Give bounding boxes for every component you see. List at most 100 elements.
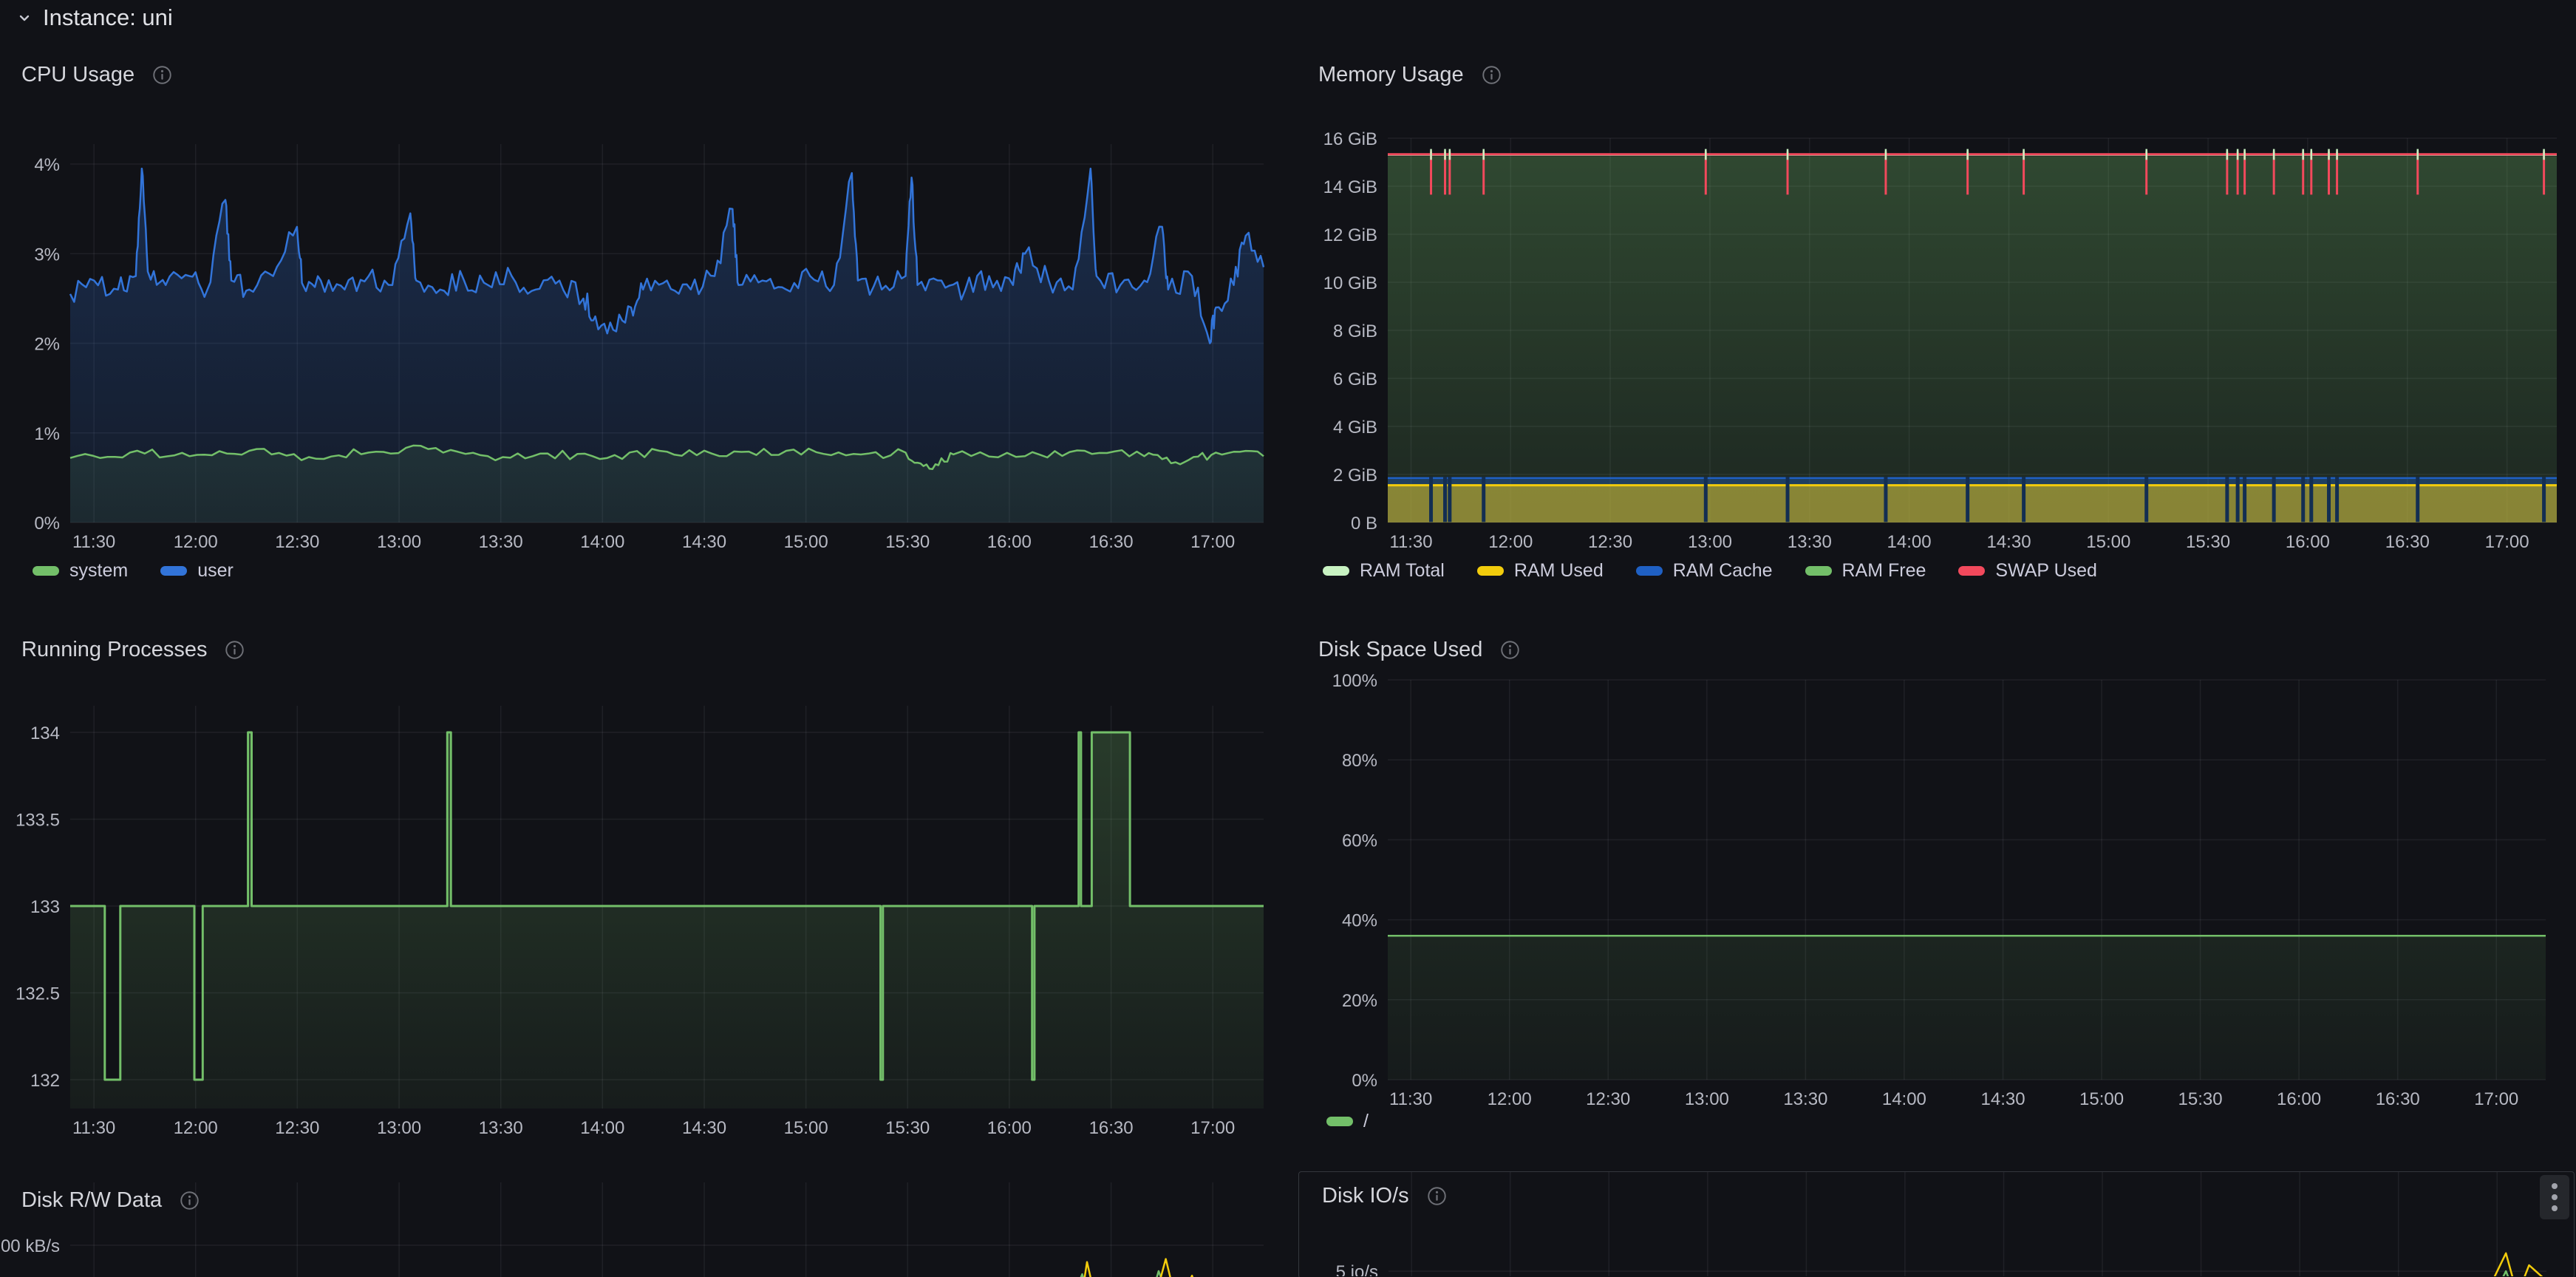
legend-item[interactable]: RAM Free (1805, 560, 1926, 582)
info-icon[interactable] (152, 65, 172, 85)
svg-text:8 GiB: 8 GiB (1333, 321, 1377, 341)
svg-text:12:30: 12:30 (1588, 532, 1632, 552)
memory-legend[interactable]: RAM Total RAM Used RAM Cache RAM Free SWAP U… (1323, 560, 2097, 582)
cpu-legend[interactable]: system user (33, 560, 234, 582)
panel-title-text: Memory Usage (1318, 63, 1464, 87)
svg-text:13:30: 13:30 (479, 532, 523, 552)
panel-memory-usage: Memory Usage 0 B2 GiB4 GiB6 GiB8 GiB10 G… (1297, 55, 2576, 606)
svg-text:12 GiB: 12 GiB (1323, 225, 1377, 245)
svg-text:14:00: 14:00 (1887, 532, 1932, 552)
svg-text:16:00: 16:00 (2286, 532, 2330, 552)
svg-text:12:00: 12:00 (174, 532, 218, 552)
svg-text:4%: 4% (34, 155, 60, 175)
svg-text:60%: 60% (1342, 831, 1377, 851)
svg-text:11:30: 11:30 (1389, 1089, 1432, 1109)
disk-space-legend[interactable]: / (1326, 1111, 1369, 1132)
legend-item[interactable]: SWAP Used (1958, 560, 2097, 582)
svg-text:14:30: 14:30 (1981, 1089, 2025, 1109)
svg-text:5 io/s: 5 io/s (1336, 1262, 1378, 1276)
legend-label: RAM Free (1842, 560, 1926, 582)
svg-text:17:00: 17:00 (2474, 1089, 2518, 1109)
svg-text:133.5: 133.5 (16, 810, 60, 830)
svg-text:1%: 1% (34, 424, 60, 444)
panel-menu-button[interactable] (2540, 1175, 2569, 1219)
disk-rw-chart[interactable]: 100 kB/s (0, 1182, 1286, 1277)
svg-text:13:00: 13:00 (1685, 1089, 1729, 1109)
panel-disk-rw-data: Disk R/W Data 100 kB/s (0, 1182, 1286, 1277)
svg-text:11:30: 11:30 (72, 1118, 115, 1138)
svg-text:16:00: 16:00 (2277, 1089, 2321, 1109)
svg-text:15:30: 15:30 (2186, 532, 2230, 552)
legend-item[interactable]: user (160, 560, 234, 582)
legend-swatch (1323, 566, 1349, 576)
svg-text:14:30: 14:30 (1986, 532, 2031, 552)
svg-text:16:00: 16:00 (987, 1118, 1032, 1138)
info-icon[interactable] (225, 640, 245, 660)
panel-cpu-title[interactable]: CPU Usage (0, 63, 172, 87)
svg-text:10 GiB: 10 GiB (1323, 273, 1377, 293)
panel-title-text: Disk Space Used (1318, 638, 1482, 662)
panel-title-text: Running Processes (21, 638, 207, 662)
svg-text:13:00: 13:00 (377, 1118, 421, 1138)
panel-running-processes: Running Processes 132 132.5 133 133.5 134 11:… (0, 632, 1286, 1160)
svg-text:0%: 0% (34, 514, 60, 534)
svg-text:133: 133 (30, 897, 60, 917)
legend-item[interactable]: / (1326, 1111, 1369, 1132)
svg-text:14:00: 14:00 (1882, 1089, 1926, 1109)
disk-space-used-chart[interactable]: 0%20%40%60%80%100%11:3012:0012:3013:0013… (1297, 665, 2576, 1138)
svg-text:16:30: 16:30 (2376, 1089, 2420, 1109)
legend-label: user (197, 560, 234, 582)
svg-text:16:30: 16:30 (2385, 532, 2430, 552)
svg-text:15:00: 15:00 (784, 532, 828, 552)
info-icon[interactable] (1482, 65, 1502, 85)
chevron-down-icon (16, 10, 33, 26)
legend-item[interactable]: RAM Used (1477, 560, 1604, 582)
svg-text:2%: 2% (34, 335, 60, 355)
svg-text:15:30: 15:30 (2178, 1089, 2223, 1109)
svg-text:0%: 0% (1352, 1071, 1377, 1091)
legend-label: / (1363, 1111, 1369, 1132)
svg-text:132: 132 (30, 1071, 60, 1091)
legend-swatch (1805, 566, 1832, 576)
svg-text:16 GiB: 16 GiB (1323, 129, 1377, 149)
svg-text:132.5: 132.5 (16, 984, 60, 1004)
legend-item[interactable]: RAM Cache (1636, 560, 1773, 582)
svg-text:13:00: 13:00 (377, 532, 421, 552)
svg-text:17:00: 17:00 (1190, 1118, 1235, 1138)
svg-text:15:30: 15:30 (885, 532, 930, 552)
row-toggle-instance[interactable]: Instance: uni (16, 4, 173, 31)
panel-processes-title[interactable]: Running Processes (0, 638, 245, 662)
svg-text:12:30: 12:30 (1586, 1089, 1630, 1109)
svg-text:15:30: 15:30 (885, 1118, 930, 1138)
svg-text:17:00: 17:00 (2485, 532, 2529, 552)
running-processes-chart[interactable]: 132132.5133133.513411:3012:0012:3013:001… (0, 691, 1286, 1153)
legend-label: RAM Cache (1673, 560, 1773, 582)
row-title: Instance: uni (43, 4, 173, 31)
svg-text:20%: 20% (1342, 991, 1377, 1011)
info-icon[interactable] (1500, 640, 1520, 660)
disk-io-chart[interactable]: 5 io/s (1299, 1172, 2574, 1276)
legend-swatch (33, 566, 59, 576)
svg-text:14:00: 14:00 (580, 1118, 624, 1138)
svg-text:13:30: 13:30 (479, 1118, 523, 1138)
svg-text:11:30: 11:30 (1389, 532, 1432, 552)
svg-text:13:30: 13:30 (1783, 1089, 1827, 1109)
memory-usage-chart[interactable]: 0 B2 GiB4 GiB6 GiB8 GiB10 GiB12 GiB14 Gi… (1297, 126, 2576, 588)
svg-text:17:00: 17:00 (1190, 532, 1235, 552)
legend-item[interactable]: system (33, 560, 128, 582)
legend-item[interactable]: RAM Total (1323, 560, 1445, 582)
cpu-usage-chart[interactable]: 0%1%2%3%4%11:3012:0012:3013:0013:3014:00… (0, 129, 1286, 588)
panel-memory-title[interactable]: Memory Usage (1297, 63, 1502, 87)
svg-text:15:00: 15:00 (2079, 1089, 2124, 1109)
panel-disk-io: Disk IO/s 5 io/s (1298, 1171, 2575, 1277)
dashboard: Instance: uni CPU Usage 0%1%2%3%4%11:301… (0, 0, 2576, 1277)
panel-disk-space-title[interactable]: Disk Space Used (1297, 638, 1520, 662)
svg-text:14 GiB: 14 GiB (1323, 177, 1377, 197)
svg-text:4 GiB: 4 GiB (1333, 418, 1377, 437)
svg-text:134: 134 (30, 723, 60, 743)
legend-label: system (69, 560, 128, 582)
legend-swatch (1958, 566, 1985, 576)
svg-text:12:00: 12:00 (174, 1118, 218, 1138)
svg-text:0 B: 0 B (1351, 514, 1377, 534)
svg-text:12:30: 12:30 (275, 532, 319, 552)
